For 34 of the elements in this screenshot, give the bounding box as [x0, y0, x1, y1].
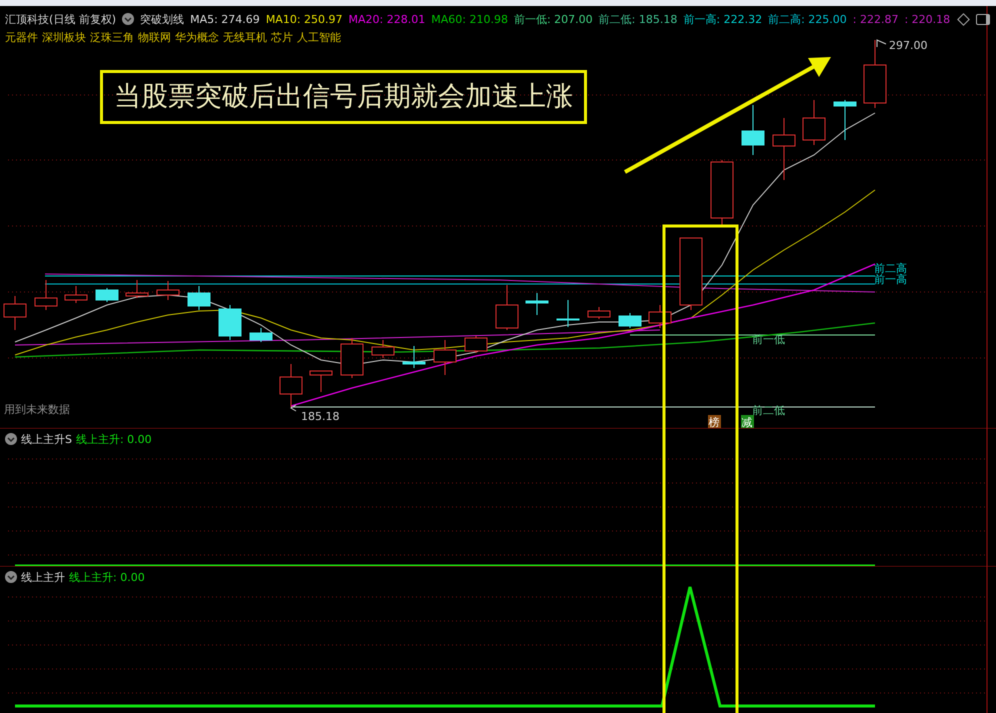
signal-marker: 榜 — [708, 415, 721, 428]
indicator-value: 前二高: 225.00 — [768, 12, 847, 26]
stock-title: 汇顶科技(日线 前复权) — [5, 12, 116, 26]
indicator-name: 突破划线 — [140, 12, 184, 26]
price-label: 185.18 — [301, 410, 340, 423]
concept-tag[interactable]: 人工智能 — [297, 30, 341, 44]
concept-tag[interactable]: 无线耳机 — [223, 30, 267, 44]
indicator-value: 前一低: 207.00 — [514, 12, 593, 26]
price-label: 297.00 — [889, 39, 928, 52]
level-label: 前一低 — [752, 333, 785, 346]
signal-marker: 减 — [741, 415, 754, 428]
indicator-value: 线上主升: 0.00 — [69, 570, 145, 584]
indicator-value: MA5: 274.69 — [190, 12, 260, 26]
indicator-value: : 222.87 — [852, 12, 898, 26]
warning-text: 用到未来数据 — [4, 402, 70, 417]
concept-tag[interactable]: 芯片 — [271, 30, 293, 44]
indicator-value: 前一高: 222.32 — [683, 12, 762, 26]
level-label: 前二低 — [752, 404, 785, 417]
concept-tag[interactable]: 元器件 — [5, 30, 38, 44]
indicator-value: MA60: 210.98 — [431, 12, 508, 26]
concept-tag[interactable]: 华为概念 — [175, 30, 219, 44]
indicator-name: 线上主升 — [21, 570, 65, 584]
indicator-name: 线上主升S — [21, 432, 72, 446]
annotation-box: 当股票突破后出信号后期就会加速上涨 — [100, 70, 587, 124]
indicator-value: MA20: 228.01 — [348, 12, 426, 26]
indicator-value: : 220.18 — [904, 12, 950, 26]
concept-tag[interactable]: 物联网 — [138, 30, 171, 44]
concept-tag[interactable]: 泛珠三角 — [90, 30, 134, 44]
level-label: 前二高 — [874, 262, 907, 275]
level-label: 前一高 — [874, 273, 907, 286]
concept-tag[interactable]: 深圳板块 — [42, 30, 86, 44]
indicator-value: MA10: 250.97 — [266, 12, 343, 26]
indicator-value: 前二低: 185.18 — [598, 12, 678, 26]
indicator-value: 线上主升: 0.00 — [76, 432, 152, 446]
